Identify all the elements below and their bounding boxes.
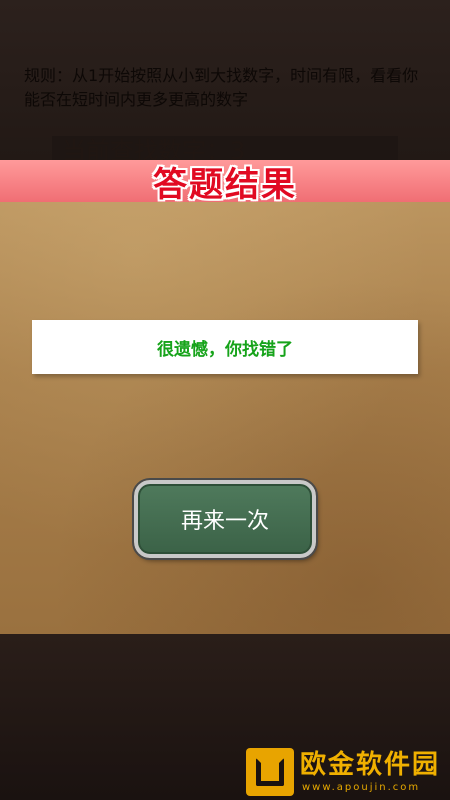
watermark-name: 欧金软件园 bbox=[300, 750, 441, 780]
result-dialog: 答题结果 很遗憾，你找错了 再来一次 bbox=[0, 160, 450, 634]
watermark-logo-icon bbox=[246, 748, 294, 796]
rules-text: 规则：从1开始按照从小到大找数字，时间有限，看看你能否在短时间内更多更高的数字 bbox=[24, 66, 419, 109]
watermark-url: www.apoujin.com bbox=[302, 782, 421, 793]
result-title: 答题结果 bbox=[153, 164, 297, 205]
result-message-box: 很遗憾，你找错了 bbox=[32, 320, 418, 374]
watermark: 欧金软件园 www.apoujin.com bbox=[246, 748, 446, 798]
watermark-logo-mark bbox=[256, 758, 284, 786]
retry-button[interactable]: 再来一次 bbox=[132, 478, 318, 560]
result-message: 很遗憾，你找错了 bbox=[157, 339, 293, 360]
retry-button-label: 再来一次 bbox=[180, 509, 269, 534]
result-header: 答题结果 bbox=[0, 160, 450, 205]
